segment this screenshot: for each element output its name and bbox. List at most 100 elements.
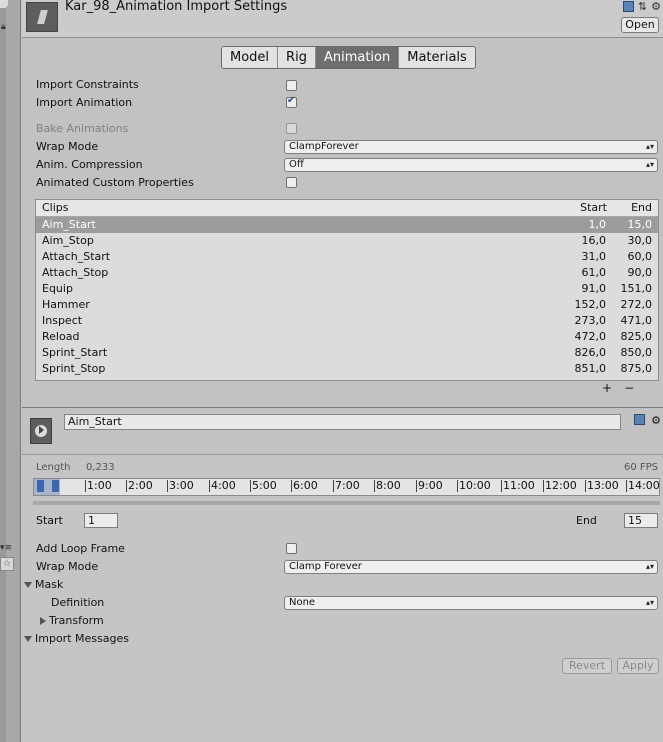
asset-icon bbox=[26, 2, 58, 32]
preset-icon[interactable]: ⇅ bbox=[638, 0, 647, 13]
page-title: Kar_98_Animation Import Settings bbox=[65, 0, 288, 14]
clip-row[interactable]: Inspect 273,0 471,0 bbox=[36, 313, 658, 329]
animated-custom-properties-checkbox[interactable] bbox=[286, 177, 297, 188]
timeline-tick: 7:00 bbox=[333, 479, 360, 492]
fps-label: 60 FPS bbox=[623, 462, 658, 473]
clip-row[interactable]: Attach_Start 31,0 60,0 bbox=[36, 249, 658, 265]
anim-compression-dropdown[interactable]: Off ▴▾ bbox=[284, 158, 658, 172]
timeline-tick: 10:00 bbox=[457, 479, 491, 492]
gear-icon[interactable]: ⚙ bbox=[651, 414, 661, 427]
clip-name-input[interactable]: Aim_Start bbox=[64, 414, 621, 430]
timeline-tick: 12:00 bbox=[543, 479, 577, 492]
tab-materials[interactable]: Materials bbox=[399, 47, 475, 68]
length-label: Length bbox=[36, 462, 71, 473]
timeline-tick: 1:00 bbox=[85, 479, 112, 492]
inspector: Kar_98_Animation Import Settings ⇅ ⚙ Ope… bbox=[22, 0, 663, 742]
menu-icon[interactable]: ▾≡ bbox=[0, 543, 12, 553]
clip-row[interactable]: Aim_Stop 16,0 30,0 bbox=[36, 233, 658, 249]
lock-icon: 🔒︎ bbox=[1, 22, 6, 32]
left-scrollbar[interactable] bbox=[0, 0, 6, 742]
clip-row[interactable]: Attach_Stop 61,0 90,0 bbox=[36, 265, 658, 281]
timeline-tick: 14:00 bbox=[626, 479, 660, 492]
import-constraints-checkbox[interactable] bbox=[286, 80, 297, 91]
clips-header-start: Start bbox=[580, 201, 607, 214]
clip-wrap-mode-dropdown[interactable]: Clamp Forever ▴▾ bbox=[284, 560, 658, 574]
clip-row[interactable]: Aim_Start 1,0 15,0 bbox=[36, 217, 658, 233]
clips-add-remove: +− bbox=[602, 381, 646, 395]
foldout-expanded-icon bbox=[24, 636, 32, 642]
wrap-mode-label: Wrap Mode bbox=[36, 140, 99, 153]
mask-foldout[interactable]: Mask bbox=[24, 577, 63, 593]
lock-button[interactable] bbox=[0, 0, 8, 8]
import-animation-label: Import Animation bbox=[36, 96, 133, 109]
definition-dropdown[interactable]: None ▴▾ bbox=[284, 596, 658, 610]
animated-custom-properties-label: Animated Custom Properties bbox=[36, 176, 194, 189]
dropdown-arrow-icon: ▴▾ bbox=[645, 598, 654, 607]
timeline-tick: 6:00 bbox=[291, 479, 318, 492]
tab-model[interactable]: Model bbox=[222, 47, 279, 68]
end-frame-input[interactable]: 15 bbox=[624, 513, 658, 528]
clip-wrap-mode-value: Clamp Forever bbox=[289, 561, 362, 572]
timeline-track bbox=[33, 501, 660, 505]
foldout-expanded-icon bbox=[24, 582, 32, 588]
start-frame-input[interactable]: 1 bbox=[84, 513, 118, 528]
apply-button[interactable]: Apply bbox=[617, 658, 659, 674]
tab-animation[interactable]: Animation bbox=[315, 47, 400, 68]
foldout-collapsed-icon bbox=[40, 617, 46, 625]
definition-value: None bbox=[289, 597, 316, 608]
import-messages-foldout[interactable]: Import Messages bbox=[24, 631, 129, 647]
clip-wrap-mode-label: Wrap Mode bbox=[36, 560, 99, 573]
gear-icon[interactable]: ⚙ bbox=[651, 0, 661, 13]
open-button[interactable]: Open bbox=[621, 17, 659, 33]
help-icon[interactable] bbox=[634, 414, 646, 425]
definition-label: Definition bbox=[51, 596, 105, 609]
play-icon bbox=[39, 426, 44, 434]
wrap-mode-dropdown[interactable]: ClampForever ▴▾ bbox=[284, 140, 658, 154]
timeline-tick: 8:00 bbox=[374, 479, 401, 492]
revert-button[interactable]: Revert bbox=[562, 658, 612, 674]
clip-row[interactable]: Hammer 152,0 272,0 bbox=[36, 297, 658, 313]
import-animation-checkbox[interactable] bbox=[286, 95, 297, 108]
clips-header: Clips Start End bbox=[36, 200, 658, 217]
import-tabs: Model Rig Animation Materials bbox=[221, 46, 476, 69]
timeline-tick: 13:00 bbox=[585, 479, 619, 492]
header-icons: ⇅ ⚙ bbox=[622, 0, 661, 13]
tab-rig[interactable]: Rig bbox=[278, 47, 316, 68]
bake-animations-label: Bake Animations bbox=[36, 122, 129, 135]
inspector-header: Kar_98_Animation Import Settings ⇅ ⚙ Ope… bbox=[22, 0, 663, 38]
left-panel-strip: 🔒︎ ▾≡ ☆ bbox=[0, 0, 21, 742]
import-constraints-label: Import Constraints bbox=[36, 78, 139, 91]
bake-animations-checkbox bbox=[286, 123, 297, 134]
clip-header-icons: ⚙ bbox=[634, 414, 661, 427]
help-icon[interactable] bbox=[622, 1, 634, 12]
dropdown-arrow-icon: ▴▾ bbox=[645, 142, 654, 151]
add-loop-frame-label: Add Loop Frame bbox=[36, 542, 125, 555]
clips-header-name: Clips bbox=[42, 201, 69, 214]
anim-compression-value: Off bbox=[289, 159, 304, 170]
timeline-tick: 3:00 bbox=[167, 479, 194, 492]
star-icon[interactable]: ☆ bbox=[0, 557, 14, 571]
divider bbox=[22, 407, 663, 408]
start-label: Start bbox=[36, 514, 63, 527]
timeline-tick: 11:00 bbox=[501, 479, 535, 492]
timeline-ticks: 1:00 2:00 3:00 4:00 5:00 6:00 7:00 8:00 … bbox=[33, 479, 660, 495]
remove-clip-button[interactable]: − bbox=[624, 381, 646, 395]
transform-foldout[interactable]: Transform bbox=[40, 613, 104, 629]
add-loop-frame-checkbox[interactable] bbox=[286, 543, 297, 554]
length-value: 0,233 bbox=[86, 462, 115, 473]
timeline-tick: 5:00 bbox=[250, 479, 277, 492]
clip-row[interactable]: Equip 91,0 151,0 bbox=[36, 281, 658, 297]
dropdown-arrow-icon: ▴▾ bbox=[645, 562, 654, 571]
timeline-tick: 4:00 bbox=[209, 479, 236, 492]
clip-row[interactable]: Sprint_Start 826,0 850,0 bbox=[36, 345, 658, 361]
timeline-tick: 2:00 bbox=[126, 479, 153, 492]
clips-list: Clips Start End Aim_Start 1,0 15,0 Aim_Sto… bbox=[35, 199, 659, 381]
wrap-mode-value: ClampForever bbox=[289, 141, 359, 152]
end-label: End bbox=[576, 514, 597, 527]
clip-row[interactable]: Reload 472,0 825,0 bbox=[36, 329, 658, 345]
timeline-tick: 9:00 bbox=[416, 479, 443, 492]
clips-header-end: End bbox=[631, 201, 652, 214]
dropdown-arrow-icon: ▴▾ bbox=[645, 160, 654, 169]
add-clip-button[interactable]: + bbox=[602, 381, 624, 395]
clip-row[interactable]: Sprint_Stop 851,0 875,0 bbox=[36, 361, 658, 377]
